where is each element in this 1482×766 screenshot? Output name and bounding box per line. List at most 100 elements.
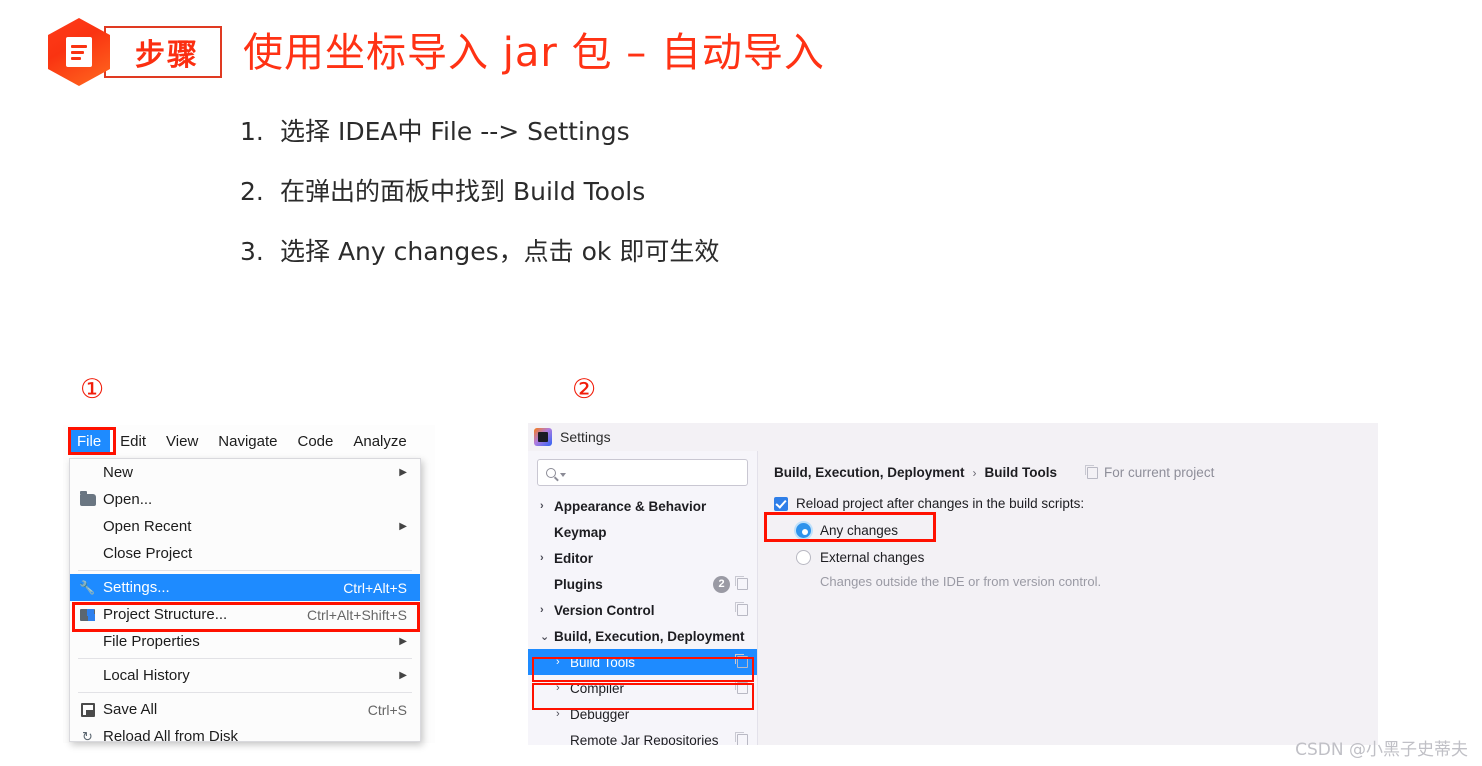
page-title: 使用坐标导入 jar 包 – 自动导入 — [243, 30, 825, 76]
menubar-item-code[interactable]: Code — [287, 430, 343, 453]
blank-icon — [79, 518, 96, 535]
checkbox-checked-icon[interactable] — [774, 496, 788, 511]
chevron-right-icon: › — [540, 604, 544, 616]
reload-project-checkbox-row[interactable]: Reload project after changes in the buil… — [774, 496, 1378, 511]
hexagon-shape — [48, 18, 110, 86]
tree-item-build-tools[interactable]: › Build Tools — [528, 649, 757, 675]
chevron-down-icon: ⌄ — [540, 630, 550, 643]
menu-item-label: Open Recent — [103, 518, 192, 535]
copy-icon — [735, 654, 748, 668]
tree-item-label: Appearance & Behavior — [554, 498, 707, 514]
file-dropdown-menu: New ▶ Open... Open Recent ▶ Close Projec… — [69, 458, 421, 745]
chevron-right-icon: › — [556, 682, 560, 694]
copy-icon — [735, 732, 748, 745]
radio-label: External changes — [820, 550, 925, 565]
tree-item-label: Build Tools — [570, 654, 636, 670]
project-scope-label: For current project — [1104, 465, 1215, 480]
menu-item-save-all[interactable]: Save All Ctrl+S — [70, 696, 420, 723]
document-icon — [66, 37, 92, 67]
submenu-arrow-icon: ▶ — [399, 467, 407, 478]
step-label: 步骤 — [135, 38, 199, 73]
menu-item-label: New — [103, 464, 134, 481]
tree-item-debugger[interactable]: › Debugger — [528, 701, 757, 727]
menubar-item-label: View — [166, 432, 199, 450]
menu-item-settings[interactable]: 🔧 Settings... Ctrl+Alt+S — [70, 574, 420, 601]
settings-body: › Appearance & Behavior Keymap › Editor … — [528, 451, 1378, 745]
chevron-right-icon: › — [556, 708, 560, 720]
settings-dialog-screenshot: Settings › Appearance & Behavior Keymap — [528, 423, 1378, 745]
menubar-item-navigate[interactable]: Navigate — [208, 430, 287, 453]
menu-item-shortcut: Ctrl+Alt+S — [343, 579, 407, 596]
ide-menubar: File Edit View Navigate Code Analyze — [63, 425, 435, 457]
chevron-right-icon: › — [556, 656, 560, 668]
radio-selected-icon[interactable] — [796, 523, 811, 538]
menu-item-local-history[interactable]: Local History ▶ — [70, 662, 420, 689]
menu-item-shortcut: Ctrl+Alt+Shift+S — [307, 606, 407, 623]
list-item: 3. 选择 Any changes，点击 ok 即可生效 — [240, 232, 719, 268]
chevron-down-icon — [560, 472, 566, 477]
list-item-number: 3. — [240, 237, 264, 266]
menu-item-open[interactable]: Open... — [70, 486, 420, 513]
menu-item-label: Save All — [103, 701, 158, 718]
radio-unselected-icon[interactable] — [796, 550, 811, 565]
search-input[interactable] — [537, 459, 748, 486]
menu-item-project-structure[interactable]: Project Structure... Ctrl+Alt+Shift+S — [70, 601, 420, 628]
plugins-count-badge: 2 — [713, 575, 730, 593]
breadcrumb-leaf: Build Tools — [984, 465, 1058, 480]
menubar-item-label: Edit — [120, 432, 147, 450]
file-menu-screenshot: File Edit View Navigate Code Analyze New — [63, 425, 435, 745]
steps-list: 1. 选择 IDEA中 File --> Settings 2. 在弹出的面板中… — [240, 112, 719, 292]
submenu-arrow-icon: ▶ — [399, 670, 407, 681]
tree-item-keymap[interactable]: Keymap — [528, 519, 757, 545]
tree-item-version-control[interactable]: › Version Control — [528, 597, 757, 623]
menu-item-close-project[interactable]: Close Project — [70, 540, 420, 567]
copy-icon — [735, 602, 748, 616]
menubar-item-label: Code — [297, 432, 334, 450]
menu-item-open-recent[interactable]: Open Recent ▶ — [70, 513, 420, 540]
menu-item-new[interactable]: New ▶ — [70, 459, 420, 486]
menu-divider — [78, 692, 412, 693]
tree-item-remote-jar-repositories[interactable]: Remote Jar Repositories — [528, 727, 757, 745]
step-badge: 步骤 — [48, 18, 222, 86]
submenu-arrow-icon: ▶ — [399, 636, 407, 647]
menu-item-label: Reload All from Disk — [103, 728, 239, 745]
project-scope-indicator: For current project — [1085, 464, 1215, 480]
list-item-number: 1. — [240, 117, 264, 146]
tree-item-label: Build, Execution, Deployment — [554, 628, 745, 644]
settings-titlebar: Settings — [528, 423, 1378, 451]
breadcrumb: Build, Execution, Deployment › Build Too… — [774, 464, 1378, 480]
tree-item-compiler[interactable]: › Compiler — [528, 675, 757, 701]
reload-project-checkbox-label: Reload project after changes in the buil… — [796, 496, 1085, 511]
radio-external-changes[interactable]: External changes — [796, 550, 924, 565]
tree-item-label: Compiler — [570, 680, 625, 696]
menubar-item-view[interactable]: View — [156, 430, 208, 453]
tree-item-build-execution-deployment[interactable]: ⌄ Build, Execution, Deployment — [528, 623, 757, 649]
search-icon — [546, 467, 556, 478]
radio-any-changes[interactable]: Any changes — [796, 523, 898, 538]
list-item-text: 在弹出的面板中找到 Build Tools — [280, 177, 646, 206]
tree-item-editor[interactable]: › Editor — [528, 545, 757, 571]
tree-item-tail — [735, 732, 757, 745]
menu-item-file-properties[interactable]: File Properties ▶ — [70, 628, 420, 655]
chevron-right-icon: › — [540, 500, 544, 512]
blank-icon — [79, 464, 96, 481]
intellij-idea-logo-icon — [534, 428, 552, 446]
menubar-item-analyze[interactable]: Analyze — [343, 430, 416, 453]
folder-icon — [79, 490, 96, 508]
menubar-item-file[interactable]: File — [68, 429, 111, 453]
settings-detail-panel: Build, Execution, Deployment › Build Too… — [758, 451, 1378, 745]
breadcrumb-root[interactable]: Build, Execution, Deployment — [774, 465, 965, 480]
tree-item-appearance-behavior[interactable]: › Appearance & Behavior — [528, 493, 757, 519]
copy-icon — [735, 576, 748, 590]
menu-item-label: Close Project — [103, 545, 193, 562]
tree-item-label: Version Control — [554, 602, 655, 618]
blank-icon — [79, 667, 96, 684]
menu-item-reload-all-from-disk[interactable]: ↻ Reload All from Disk — [70, 723, 420, 750]
menu-divider — [78, 658, 412, 659]
menubar-item-edit[interactable]: Edit — [110, 430, 156, 453]
tree-item-plugins[interactable]: Plugins 2 — [528, 571, 757, 597]
tree-item-label: Debugger — [570, 706, 630, 722]
menu-item-label: File Properties — [103, 633, 200, 650]
marker-two: ② — [572, 374, 597, 405]
menubar-item-label: File — [77, 432, 102, 450]
